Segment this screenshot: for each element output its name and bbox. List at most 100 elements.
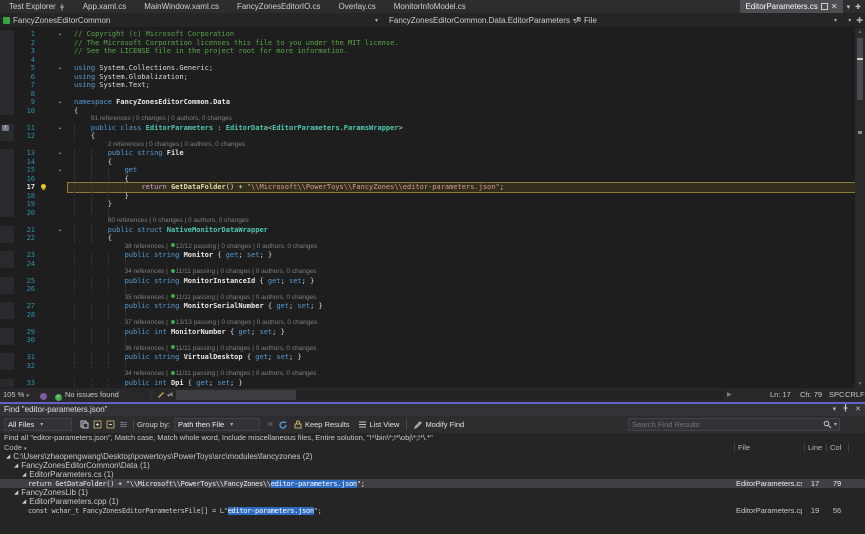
result-group-row[interactable]: ◢EditorParameters.cs (1) — [0, 470, 865, 479]
code-text[interactable] — [68, 90, 855, 99]
code-text[interactable]: { — [68, 234, 855, 243]
line-column-header[interactable]: Line — [804, 443, 826, 452]
code-text[interactable] — [68, 336, 855, 345]
breakpoint-margin[interactable] — [0, 226, 14, 235]
code-line-7[interactable]: 7using System.Text; — [0, 81, 855, 90]
breakpoint-margin[interactable] — [0, 200, 14, 209]
tab-close-icon[interactable]: ✕ — [831, 3, 838, 11]
codelens-row[interactable]: 60 references | 0 changes | 0 authors, 0… — [0, 217, 855, 226]
horizontal-scrollbar[interactable] — [176, 390, 724, 400]
code-text[interactable]: // Copyright (c) Microsoft Corporation — [68, 30, 855, 39]
code-text[interactable]: { — [68, 107, 855, 116]
pin-icon[interactable] — [842, 404, 849, 416]
code-text[interactable]: { — [68, 132, 855, 141]
code-text[interactable]: // See the LICENSE file in the project r… — [68, 47, 855, 56]
scope-dropdown[interactable]: All Files ▾ — [4, 418, 72, 431]
breakpoint-margin[interactable] — [0, 73, 14, 82]
search-icon[interactable] — [821, 418, 834, 431]
editor-vertical-scrollbar[interactable]: ▲ ▼ — [855, 28, 865, 388]
expand-all-icon[interactable] — [91, 418, 104, 431]
code-line-15[interactable]: 15⌄ get — [0, 166, 855, 175]
tab-overlay-cs[interactable]: Overlay.cs — [330, 0, 385, 13]
breakpoint-margin[interactable] — [0, 149, 14, 158]
code-text[interactable]: public int MonitorNumber { get; set; } — [68, 328, 855, 337]
code-text[interactable]: // The Microsoft Corporation licenses th… — [68, 39, 855, 48]
code-line-2[interactable]: 2// The Microsoft Corporation licenses t… — [0, 39, 855, 48]
codelens-row[interactable]: 2 references | 0 changes | 0 authors, 0 … — [0, 141, 855, 150]
codelens-row[interactable]: 91 references | 0 changes | 0 authors, 0… — [0, 115, 855, 124]
breakpoint-margin[interactable] — [0, 379, 14, 388]
code-line-5[interactable]: 5⌄using System.Collections.Generic; — [0, 64, 855, 73]
code-text[interactable] — [68, 311, 855, 320]
code-line-23[interactable]: 23 public string Monitor { get; set; } — [0, 251, 855, 260]
breakpoint-margin[interactable] — [0, 260, 14, 269]
breakpoint-margin[interactable] — [0, 47, 14, 56]
breakpoint-margin[interactable] — [0, 30, 14, 39]
breakpoint-margin[interactable] — [0, 90, 14, 99]
fold-marker[interactable]: ⌄ — [52, 98, 68, 107]
code-text[interactable]: } — [68, 200, 855, 209]
code-line-14[interactable]: 14 { — [0, 158, 855, 167]
code-text[interactable]: public string Monitor { get; set; } — [68, 251, 855, 260]
code-line-29[interactable]: 29 public int MonitorNumber { get; set; … — [0, 328, 855, 337]
code-line-32[interactable]: 32 — [0, 362, 855, 371]
type-dropdown[interactable]: FancyZonesEditorCommon.Data.EditorParame… — [386, 14, 570, 26]
code-line-11[interactable]: !11⌄ public class EditorParameters : Edi… — [0, 124, 855, 133]
code-line-12[interactable]: 12 { — [0, 132, 855, 141]
code-line-1[interactable]: 1⌄// Copyright (c) Microsoft Corporation — [0, 30, 855, 39]
codelens-row[interactable]: 35 references | 11/11 passing | 0 change… — [0, 294, 855, 303]
code-line-17[interactable]: 17 return GetDataFolder() + "\\Microsoft… — [0, 183, 855, 192]
pin-icon[interactable] — [59, 4, 65, 10]
split-window-icon[interactable]: ✚ — [856, 16, 863, 25]
lightbulb-icon[interactable] — [41, 184, 46, 189]
chevron-down-icon[interactable]: ▾ — [848, 17, 851, 24]
code-text[interactable]: public string File — [68, 149, 855, 158]
code-text[interactable] — [68, 209, 855, 218]
breakpoint-margin[interactable] — [0, 311, 14, 320]
project-dropdown[interactable]: FancyZonesEditorCommon ▾ — [3, 14, 381, 26]
result-group-row[interactable]: ◢FancyZonesEditorCommon\Data (1) — [0, 461, 865, 470]
code-line-28[interactable]: 28 — [0, 311, 855, 320]
tab-mainwindow-xaml-cs[interactable]: MainWindow.xaml.cs — [135, 0, 228, 13]
breakpoint-margin[interactable] — [0, 56, 14, 65]
member-dropdown[interactable]: File ▾ — [574, 14, 840, 26]
breakpoint-margin[interactable] — [0, 302, 14, 311]
code-line-18[interactable]: 18 } — [0, 192, 855, 201]
breakpoint-margin[interactable] — [0, 158, 14, 167]
line-ending-indicator[interactable]: CRLF — [845, 388, 865, 402]
code-line-22[interactable]: 22 { — [0, 234, 855, 243]
code-line-19[interactable]: 19 } — [0, 200, 855, 209]
fold-marker[interactable]: ⌄ — [52, 30, 68, 39]
breakpoint-margin[interactable] — [0, 336, 14, 345]
code-line-26[interactable]: 26 — [0, 285, 855, 294]
list-view-button[interactable]: List View — [354, 420, 404, 429]
group-by-dropdown[interactable]: Path then File ▾ — [174, 418, 260, 431]
codelens-row[interactable]: 38 references | 12/12 passing | 0 change… — [0, 243, 855, 252]
code-text[interactable] — [68, 362, 855, 371]
find-panel-title-bar[interactable]: Find "editor-parameters.json" ▾ ✕ — [0, 404, 865, 416]
codelens-row[interactable]: 37 references | 13/13 passing | 0 change… — [0, 319, 855, 328]
search-find-results-box[interactable]: ▾ — [628, 418, 840, 431]
scroll-left-icon[interactable]: ◀ — [168, 388, 173, 402]
code-line-31[interactable]: 31 public string VirtualDesktop { get; s… — [0, 353, 855, 362]
close-icon[interactable]: ✕ — [855, 404, 861, 416]
breakpoint-margin[interactable] — [0, 64, 14, 73]
code-text[interactable] — [68, 56, 855, 65]
breakpoint-margin[interactable] — [0, 39, 14, 48]
issues-indicator[interactable]: ✓No issues found — [55, 388, 119, 402]
modify-find-button[interactable]: Modify Find — [410, 420, 468, 429]
scroll-down-icon[interactable]: ▼ — [855, 380, 865, 388]
tab-monitorinfomodel-cs[interactable]: MonitorInfoModel.cs — [385, 0, 475, 13]
breakpoint-margin[interactable] — [0, 166, 14, 175]
code-cleanup-icon[interactable] — [40, 391, 47, 399]
file-column-header[interactable]: File — [734, 443, 804, 452]
code-line-16[interactable]: 16 { — [0, 175, 855, 184]
code-line-8[interactable]: 8 — [0, 90, 855, 99]
code-text[interactable]: return GetDataFolder() + "\\Microsoft\\P… — [68, 183, 855, 192]
fold-marker[interactable]: ⌄ — [52, 64, 68, 73]
result-group-row[interactable]: ◢C:\Users\zhaopengwang\Desktop\powertoys… — [0, 452, 865, 461]
breakpoint-margin[interactable] — [0, 277, 14, 286]
find-results-tree[interactable]: ◢C:\Users\zhaopengwang\Desktop\powertoys… — [0, 452, 865, 534]
refresh-icon[interactable] — [277, 418, 290, 431]
code-line-9[interactable]: 9⌄namespace FancyZonesEditorCommon.Data — [0, 98, 855, 107]
